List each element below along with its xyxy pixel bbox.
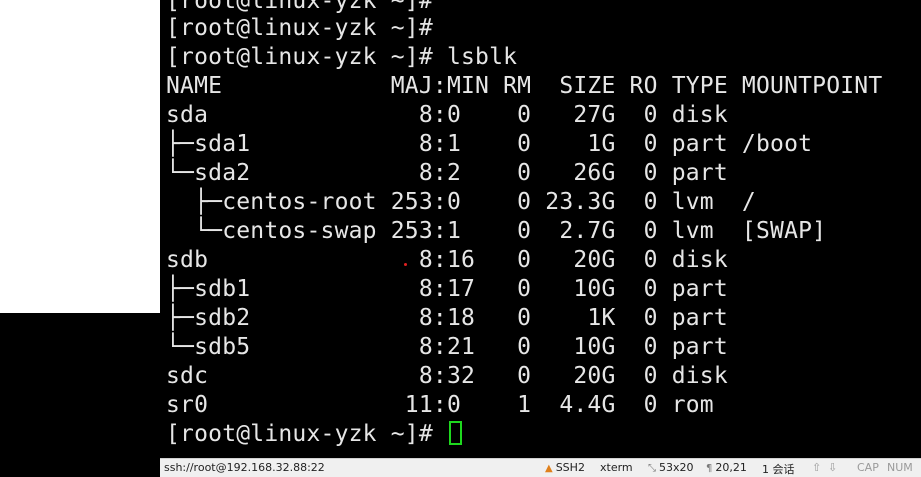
protocol-indicator: ▲ SSH2 bbox=[545, 461, 585, 474]
arrow-up-icon[interactable]: ⇧ bbox=[812, 461, 821, 474]
terminal-line: [root@linux-yzk ~]# bbox=[166, 15, 433, 41]
prompt-text: [root@linux-yzk ~]# bbox=[166, 421, 447, 447]
terminal-window[interactable]: [root@linux-yzk ~]# [root@linux-yzk ~]# … bbox=[160, 0, 921, 458]
lsblk-row: └─sdb5 8:21 0 10G 0 part bbox=[166, 334, 728, 360]
resize-icon: ⤡ bbox=[648, 463, 656, 474]
lsblk-row: └─centos-swap 253:1 0 2.7G 0 lvm [SWAP] bbox=[166, 218, 827, 244]
red-dot-marker bbox=[404, 263, 407, 266]
side-panel bbox=[0, 0, 160, 313]
lsblk-row: ├─centos-root 253:0 0 23.3G 0 lvm / bbox=[166, 189, 756, 215]
lsblk-row: sdc 8:32 0 20G 0 disk bbox=[166, 363, 728, 389]
cursor-icon: ¶ bbox=[706, 463, 713, 474]
num-lock-indicator: NUM bbox=[887, 461, 913, 474]
lsblk-row: sdb 8:16 0 20G 0 disk bbox=[166, 247, 728, 273]
size-indicator: ⤡ 53x20 bbox=[648, 461, 694, 474]
arrow-down-icon[interactable]: ⇩ bbox=[828, 461, 837, 474]
lsblk-row: └─sda2 8:2 0 26G 0 part bbox=[166, 160, 728, 186]
terminal-prompt-line[interactable]: [root@linux-yzk ~]# bbox=[166, 420, 462, 449]
lsblk-row: sr0 11:0 1 4.4G 0 rom bbox=[166, 392, 714, 418]
lsblk-row: ├─sdb2 8:18 0 1K 0 part bbox=[166, 305, 728, 331]
terminal-cursor bbox=[448, 421, 462, 445]
session-count: 1 会话 bbox=[762, 463, 795, 476]
status-bar: ssh://root@192.168.32.88:22 ▲ SSH2 xterm … bbox=[160, 458, 921, 477]
side-panel-gap bbox=[0, 313, 160, 458]
terminal-line: [root@linux-yzk ~]# lsblk bbox=[166, 44, 518, 70]
caps-lock-indicator: CAP bbox=[857, 461, 879, 474]
lsblk-row: sda 8:0 0 27G 0 disk bbox=[166, 102, 728, 128]
terminal-type: xterm bbox=[600, 461, 633, 474]
lsblk-header: NAME MAJ:MIN RM SIZE RO TYPE MOUNTPOINT bbox=[166, 73, 883, 99]
lock-icon: ▲ bbox=[545, 463, 553, 474]
lsblk-row: ├─sdb1 8:17 0 10G 0 part bbox=[166, 276, 728, 302]
session-address: ssh://root@192.168.32.88:22 bbox=[164, 461, 325, 474]
cursor-position: ¶ 20,21 bbox=[706, 461, 747, 474]
lsblk-row: ├─sda1 8:1 0 1G 0 part /boot bbox=[166, 131, 813, 157]
